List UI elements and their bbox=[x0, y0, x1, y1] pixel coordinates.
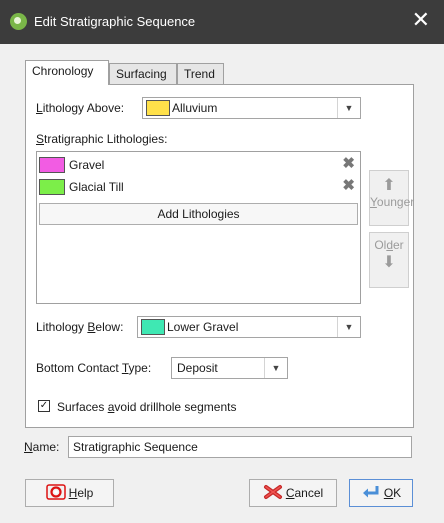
glacial-till-swatch bbox=[39, 179, 65, 195]
stratigraphic-lithologies-label: Stratigraphic Lithologies: bbox=[36, 132, 168, 146]
lithology-above-select[interactable]: Alluvium ▼ bbox=[142, 97, 361, 119]
close-icon[interactable]: ✕ bbox=[412, 8, 430, 32]
younger-button[interactable]: ⬆ Younger bbox=[369, 170, 414, 226]
title-bar: Edit Stratigraphic Sequence ✕ bbox=[0, 0, 444, 44]
delete-icon[interactable]: ✖ bbox=[342, 176, 355, 194]
chevron-down-icon[interactable]: ▼ bbox=[337, 98, 360, 118]
gravel-swatch bbox=[39, 157, 65, 173]
name-field[interactable]: Stratigraphic Sequence bbox=[68, 436, 412, 458]
younger-label: Younger bbox=[370, 195, 415, 209]
lithology-above-swatch bbox=[146, 100, 170, 116]
older-label: Older bbox=[374, 238, 404, 252]
bottom-contact-type-label: Bottom Contact Type: bbox=[36, 361, 152, 375]
arrow-up-icon: ⬆ bbox=[382, 177, 396, 194]
surfaces-avoid-label: Surfaces avoid drillhole segments bbox=[57, 400, 237, 414]
tab-chronology[interactable]: Chronology bbox=[25, 60, 109, 85]
tab-surfacing[interactable]: Surfacing bbox=[109, 63, 177, 84]
help-button[interactable]: Help bbox=[25, 479, 114, 507]
name-label: Name: bbox=[24, 440, 60, 454]
older-button[interactable]: Older ⬇ bbox=[369, 232, 409, 288]
cancel-button[interactable]: Cancel bbox=[249, 479, 337, 507]
chevron-down-icon[interactable]: ▼ bbox=[264, 358, 287, 378]
bottom-contact-type-select[interactable]: Deposit ▼ bbox=[171, 357, 288, 379]
bottom-contact-type-value: Deposit bbox=[177, 361, 218, 375]
enter-icon bbox=[362, 486, 379, 498]
delete-icon[interactable]: ✖ bbox=[342, 154, 355, 172]
lithology-below-select[interactable]: Lower Gravel ▼ bbox=[137, 316, 361, 338]
lithology-name: Glacial Till bbox=[69, 180, 124, 194]
app-icon bbox=[10, 13, 27, 30]
cancel-icon bbox=[263, 485, 282, 499]
list-item[interactable]: Gravel ✖ bbox=[39, 155, 358, 175]
lithology-below-swatch bbox=[141, 319, 165, 335]
lithology-name: Gravel bbox=[69, 158, 105, 172]
chevron-down-icon[interactable]: ▼ bbox=[337, 317, 360, 337]
lithology-above-value: Alluvium bbox=[172, 101, 218, 115]
lithology-list: Gravel ✖ Glacial Till ✖ Add Lithologies bbox=[36, 151, 361, 304]
arrow-down-icon: ⬇ bbox=[382, 254, 396, 271]
list-item[interactable]: Glacial Till ✖ bbox=[39, 177, 358, 197]
tab-trend[interactable]: Trend bbox=[177, 63, 224, 84]
add-lithologies-button[interactable]: Add Lithologies bbox=[39, 203, 358, 225]
window-title: Edit Stratigraphic Sequence bbox=[34, 14, 196, 29]
lithology-below-value: Lower Gravel bbox=[167, 320, 239, 334]
lifebuoy-icon bbox=[45, 484, 66, 500]
ok-button[interactable]: OK bbox=[349, 479, 413, 507]
surfaces-avoid-checkbox[interactable]: ✓ bbox=[38, 400, 50, 412]
lithology-above-label: Lithology Above: bbox=[36, 101, 125, 115]
lithology-below-label: Lithology Below: bbox=[36, 320, 124, 334]
